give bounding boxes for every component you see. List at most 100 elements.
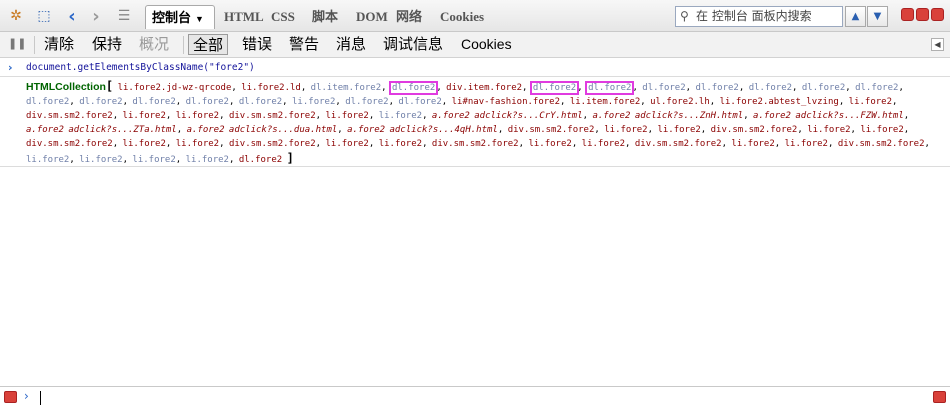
collection-item[interactable]: a.fore2 adclick?s...ZnH.html [592, 111, 743, 121]
collection-item[interactable]: div.item.fore2 [446, 83, 522, 93]
collection-item[interactable]: dl.fore2 [345, 97, 388, 107]
tab-console[interactable]: 控制台 ▼ [145, 5, 215, 29]
collection-item[interactable]: li.fore2 [860, 125, 903, 135]
collection-item[interactable]: div.sm.sm2.fore2 [26, 139, 113, 149]
collection-item[interactable]: li.fore2 [528, 139, 571, 149]
collection-item[interactable]: li.fore2 [292, 97, 335, 107]
restore-icon[interactable] [916, 8, 929, 21]
collection-item[interactable]: li.fore2 [79, 155, 122, 165]
collection-item[interactable]: dl.fore2 [802, 83, 845, 93]
pause-icon[interactable]: ❚❚ [8, 37, 26, 51]
collection-item[interactable]: div.sm.sm2.fore2 [838, 139, 925, 149]
forward-icon[interactable]: › [86, 6, 106, 27]
tab-dom[interactable]: DOM [356, 5, 388, 29]
collection-label[interactable]: HTMLCollection [26, 81, 106, 93]
collection-item[interactable]: li.fore2 [379, 139, 422, 149]
minimize-icon[interactable] [901, 8, 914, 21]
collection-item[interactable]: li.fore2 [807, 125, 850, 135]
collection-item[interactable]: ul.fore2.lh [650, 97, 710, 107]
collection-item[interactable]: dl.fore2 [855, 83, 898, 93]
collection-item[interactable]: dl.fore2 [186, 97, 229, 107]
profile-button[interactable]: 概况 [139, 34, 169, 55]
collection-item[interactable]: dl.fore2 [132, 97, 175, 107]
collection-item[interactable]: li.fore2 [604, 125, 647, 135]
tab-html[interactable]: HTML [224, 5, 264, 29]
collection-item[interactable]: li.fore2 [26, 155, 69, 165]
collection-item[interactable]: dl.fore2 [642, 83, 685, 93]
collection-item[interactable]: li.fore2 [123, 111, 166, 121]
collection-item[interactable]: dl.item.fore2 [311, 83, 381, 93]
filter-info-button[interactable]: 消息 [336, 34, 366, 55]
collection-item[interactable]: li.fore2 [785, 139, 828, 149]
collection-item[interactable]: dl.fore2 [749, 83, 792, 93]
collection-item[interactable]: dl.fore2 [388, 81, 439, 95]
close-icon[interactable] [931, 8, 944, 21]
collection-item[interactable]: a.fore2 adclick?s...dua.html [187, 125, 338, 135]
collection-item[interactable]: a.fore2 adclick?s...CrY.html [432, 111, 583, 121]
collection-item[interactable]: dl.fore2 [239, 155, 282, 165]
collection-item[interactable]: li.fore2.jd-wz-qrcode [118, 83, 232, 93]
back-icon[interactable]: ‹ [62, 6, 82, 27]
collection-item[interactable]: li.fore2 [326, 111, 369, 121]
filter-debug-button[interactable]: 调试信息 [383, 34, 443, 55]
filter-cookies-button[interactable]: Cookies [461, 34, 512, 55]
collection-item[interactable]: li.fore2 [731, 139, 774, 149]
collection-item[interactable]: li.fore2 [186, 155, 229, 165]
collection-item[interactable]: div.sm.sm2.fore2 [229, 111, 316, 121]
filter-errors-button[interactable]: 错误 [242, 34, 272, 55]
collapse-panel-icon[interactable]: ◀ [931, 38, 944, 51]
separator: , [441, 97, 452, 107]
collection-item[interactable]: a.fore2 adclick?s...FZW.html [753, 111, 904, 121]
expand-editor-icon[interactable] [933, 391, 946, 403]
error-icon[interactable] [4, 391, 17, 403]
collection-item[interactable]: li#nav-fashion.fore2 [452, 97, 560, 107]
command-line[interactable]: › [0, 386, 950, 407]
clear-button[interactable]: 清除 [44, 34, 74, 55]
tab-network[interactable]: 网络 [396, 5, 422, 29]
collection-item[interactable]: a.fore2 adclick?s...4qH.html [347, 125, 498, 135]
filter-all-button[interactable]: 全部 [188, 34, 229, 55]
search-input[interactable]: ⚲ 在 控制台 面板内搜索 [675, 6, 843, 27]
collection-item[interactable]: div.sm.sm2.fore2 [711, 125, 798, 135]
divider [0, 166, 950, 167]
collection-item[interactable]: dl.fore2 [239, 97, 282, 107]
search-down-icon[interactable]: ▼ [867, 6, 888, 27]
collection-item[interactable]: div.sm.sm2.fore2 [229, 139, 316, 149]
tab-cookies[interactable]: Cookies [440, 5, 484, 29]
collection-item[interactable]: dl.fore2 [79, 97, 122, 107]
collection-item[interactable]: li.fore2 [849, 97, 892, 107]
persist-button[interactable]: 保持 [92, 34, 122, 55]
collection-item[interactable]: div.sm.sm2.fore2 [26, 111, 113, 121]
separator: , [827, 139, 838, 149]
collection-item[interactable]: div.sm.sm2.fore2 [508, 125, 595, 135]
collection-item[interactable]: li.fore2.abtest_lvzing [720, 97, 839, 107]
collection-item[interactable]: li.fore2.ld [241, 83, 301, 93]
collection-item[interactable]: li.fore2 [176, 111, 219, 121]
search-up-icon[interactable]: ▲ [845, 6, 866, 27]
collection-item[interactable]: li.fore2 [326, 139, 369, 149]
collection-item[interactable]: li.fore2 [176, 139, 219, 149]
separator: , [112, 139, 123, 149]
firebug-bug-icon[interactable]: ✲ [6, 6, 26, 26]
collection-item[interactable]: dl.fore2 [26, 97, 69, 107]
collection-item[interactable]: li.fore2 [123, 139, 166, 149]
collection-item[interactable]: div.sm.sm2.fore2 [635, 139, 722, 149]
tab-script[interactable]: 脚本 [312, 5, 338, 29]
collection-item[interactable]: li.fore2 [132, 155, 175, 165]
inspect-icon[interactable]: ⬚ [34, 6, 54, 26]
menu-icon[interactable]: ☰ [114, 6, 134, 26]
collection-item[interactable]: li.item.fore2 [570, 97, 640, 107]
collection-item[interactable]: dl.fore2 [529, 81, 580, 95]
tab-css[interactable]: CSS [271, 5, 295, 29]
collection-item[interactable]: li.fore2 [657, 125, 700, 135]
filter-warnings-button[interactable]: 警告 [289, 34, 319, 55]
separator: , [228, 155, 239, 165]
collection-item[interactable]: li.fore2 [582, 139, 625, 149]
separator: , [518, 139, 529, 149]
collection-item[interactable]: dl.fore2 [695, 83, 738, 93]
collection-item[interactable]: li.fore2 [379, 111, 422, 121]
collection-item[interactable]: dl.fore2 [398, 97, 441, 107]
collection-item[interactable]: div.sm.sm2.fore2 [432, 139, 519, 149]
collection-item[interactable]: a.fore2 adclick?s...ZTa.html [26, 125, 177, 135]
collection-item[interactable]: dl.fore2 [585, 81, 635, 95]
